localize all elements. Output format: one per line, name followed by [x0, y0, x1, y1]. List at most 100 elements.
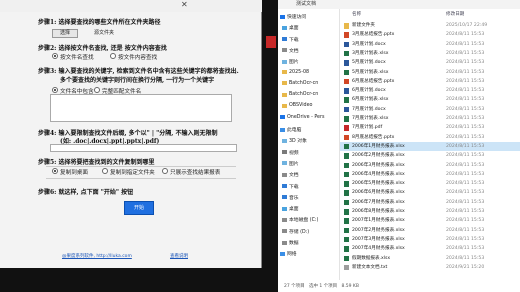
file-date: 2024/8/11 15:53 — [446, 255, 485, 261]
nav-item[interactable]: 音乐 — [282, 194, 299, 201]
file-row[interactable]: 5月底计划表.xlsx 2024/8/11 15:53 — [340, 68, 520, 77]
nav-item[interactable]: 本地磁盘 (C:) — [282, 216, 318, 223]
file-date: 2024/8/11 15:53 — [446, 41, 485, 47]
date-column-header[interactable]: 修改日期 — [446, 9, 464, 20]
xlsx-file-icon — [344, 218, 349, 224]
nav-item[interactable]: BatchOcr-cn — [282, 81, 318, 86]
nav-item[interactable]: BatchOcr-cn — [282, 92, 318, 97]
open-source-folder-link[interactable]: 源文件夹 — [84, 29, 124, 38]
file-row[interactable]: 2006年1月财务报表.xlsx 2024/8/11 15:53 — [340, 141, 520, 152]
nav-item[interactable]: 3D 对象 — [282, 137, 307, 144]
file-row[interactable]: 2006年8月财务报表.xlsx 2024/8/11 15:53 — [340, 207, 520, 216]
help-link[interactable]: 查看说明 — [170, 253, 188, 259]
nav-item-label: 此电脑 — [287, 128, 302, 133]
copy-to-desktop-radio[interactable] — [52, 168, 58, 174]
file-date: 2024/8/11 15:53 — [446, 134, 485, 140]
nav-item[interactable]: 存储 (D:) — [282, 228, 309, 235]
file-row[interactable]: 假期数据报表.xlsx 2024/8/11 15:53 — [340, 254, 520, 263]
file-row[interactable]: 7月底计划表.xlsx 2024/8/11 15:53 — [340, 114, 520, 123]
nav-item[interactable]: 视频 — [282, 149, 299, 156]
start-button[interactable]: 开始 — [124, 201, 154, 215]
keywords-textarea[interactable] — [50, 94, 232, 122]
file-row[interactable]: 新建文件夹 2025/10/17 22:49 — [340, 21, 520, 30]
file-row[interactable]: 8月底总结报告.pptx 2024/8/11 15:53 — [340, 133, 520, 142]
file-row[interactable]: 2007年3月财务报表.xlsx 2024/8/11 15:53 — [340, 235, 520, 244]
nav-item[interactable]: 文档 — [282, 171, 299, 178]
folder-icon — [280, 14, 285, 19]
nav-item[interactable]: 桌面 — [282, 205, 299, 212]
file-date: 2024/8/11 15:53 — [446, 60, 485, 66]
exact-match-radio[interactable] — [94, 87, 100, 93]
file-row[interactable]: 5月底计划.docx 2024/8/11 15:53 — [340, 58, 520, 67]
nav-item[interactable]: 桌面 — [282, 24, 299, 31]
file-row[interactable]: 2006年5月财务报表.xlsx 2024/8/11 15:53 — [340, 179, 520, 188]
nav-item[interactable]: 文档 — [282, 47, 299, 54]
nav-item[interactable]: 图片 — [282, 58, 299, 65]
explorer-title: 测试文档 — [278, 0, 520, 9]
nav-item[interactable]: OBSVideo — [282, 103, 312, 108]
nav-item[interactable]: 快速访问 — [280, 13, 306, 20]
nav-item-label: 快速访问 — [287, 15, 307, 20]
file-row[interactable]: 新建文本文档.txt 2024/9/21 15:20 — [340, 263, 520, 272]
nav-item[interactable]: 网络 — [280, 250, 297, 257]
report-only-radio[interactable] — [162, 168, 168, 174]
search-by-name-radio[interactable] — [52, 53, 58, 59]
nav-item-label: OBSVideo — [289, 103, 313, 109]
extension-filter-input[interactable] — [50, 144, 237, 152]
xlsx-file-icon — [344, 171, 349, 178]
file-row[interactable]: 7月底计划.docx 2024/8/11 15:53 — [340, 105, 520, 114]
file-row[interactable]: 6月底计划.docx 2024/8/11 15:53 — [340, 86, 520, 95]
name-column-header[interactable]: 名称 — [352, 9, 361, 20]
file-row[interactable]: 6月底总结报告.pptx 2024/8/11 15:53 — [340, 77, 520, 86]
nav-item[interactable]: 下载 — [282, 36, 299, 43]
file-name: 3月底计划.docx — [352, 41, 386, 47]
file-name: 7月底计划.pdf — [352, 125, 383, 131]
file-name: 6月底计划表.xlsx — [352, 97, 389, 103]
close-icon[interactable]: ✕ — [181, 0, 189, 10]
search-by-content-radio[interactable] — [110, 53, 116, 59]
nav-item-label: 下载 — [289, 184, 299, 190]
file-date: 2024/8/11 15:53 — [446, 78, 485, 84]
file-date: 2024/8/11 15:53 — [446, 181, 485, 187]
file-row[interactable]: 7月底计划.pdf 2024/8/11 15:53 — [340, 123, 520, 132]
file-name: 新建文件夹 — [352, 23, 375, 28]
choose-folder-button[interactable]: 选择 — [52, 29, 78, 38]
file-row[interactable]: 2007年4月财务报表.xlsx 2024/8/11 15:53 — [340, 244, 520, 253]
nav-item[interactable]: 2025-08 — [282, 70, 309, 75]
file-row[interactable]: 6月底计划表.xlsx 2024/8/11 15:53 — [340, 95, 520, 104]
nav-item-label: 桌面 — [289, 26, 299, 32]
file-row[interactable]: 2006年4月财务报表.xlsx 2024/8/11 15:53 — [340, 170, 520, 179]
xlsx-file-icon — [344, 199, 349, 206]
pdf-app-icon[interactable] — [266, 36, 276, 48]
copy-to-folder-radio[interactable] — [102, 168, 108, 174]
file-name: 2006年1月财务报表.xlsx — [352, 143, 405, 149]
nav-item-label: 音乐 — [289, 195, 299, 201]
file-row[interactable]: 2006年7月财务报表.xlsx 2024/8/11 15:53 — [340, 198, 520, 207]
nav-item[interactable]: 图片 — [282, 160, 299, 167]
nav-item[interactable]: 数据 — [282, 239, 299, 246]
contains-name-radio[interactable] — [52, 87, 58, 93]
file-row[interactable]: 3月底总结报告.pptx 2024/8/11 15:53 — [340, 30, 520, 39]
xlsx-file-icon — [344, 97, 349, 103]
xlsx-file-icon — [344, 236, 349, 243]
nav-item[interactable]: 此电脑 — [280, 126, 301, 133]
file-row[interactable]: 2007年1月财务报表.xlsx 2024/8/11 15:53 — [340, 216, 520, 225]
file-row[interactable]: 2006年3月财务报表.xlsx 2024/8/11 15:53 — [340, 161, 520, 170]
file-name: 5月底计划.docx — [352, 60, 386, 66]
file-row[interactable]: 3月底计划.docx 2024/8/11 15:53 — [340, 40, 520, 49]
folder-icon — [282, 138, 287, 143]
copy-to-folder-label: 复制到指定文件夹 — [110, 170, 155, 176]
file-row[interactable]: 2007年2月财务报表.xlsx 2024/8/11 15:53 — [340, 226, 520, 235]
file-row[interactable]: 2006年2月财务报表.xlsx 2024/8/11 15:53 — [340, 151, 520, 160]
nav-item[interactable]: 下载 — [282, 183, 299, 190]
file-row[interactable]: 3月底计划表.xlsx 2024/8/11 15:53 — [340, 49, 520, 58]
nav-item[interactable]: OneDrive - Pers — [280, 115, 324, 120]
file-date: 2024/8/11 15:53 — [446, 209, 485, 214]
file-explorer-window: 测试文档 快速访问 桌面 下载 文档 图片 2025-08 BatchOcr-cn Batch… — [278, 0, 520, 292]
xlsx-file-icon — [344, 190, 349, 196]
file-name: 2006年7月财务报表.xlsx — [352, 199, 405, 205]
file-name: 6月底计划.docx — [352, 88, 386, 94]
file-row[interactable]: 2006年6月财务报表.xlsx 2024/8/11 15:53 — [340, 188, 520, 197]
website-link[interactable]: @果度系列软件, http://lluka.com — [62, 253, 132, 259]
file-date: 2024/8/11 15:53 — [446, 227, 485, 233]
